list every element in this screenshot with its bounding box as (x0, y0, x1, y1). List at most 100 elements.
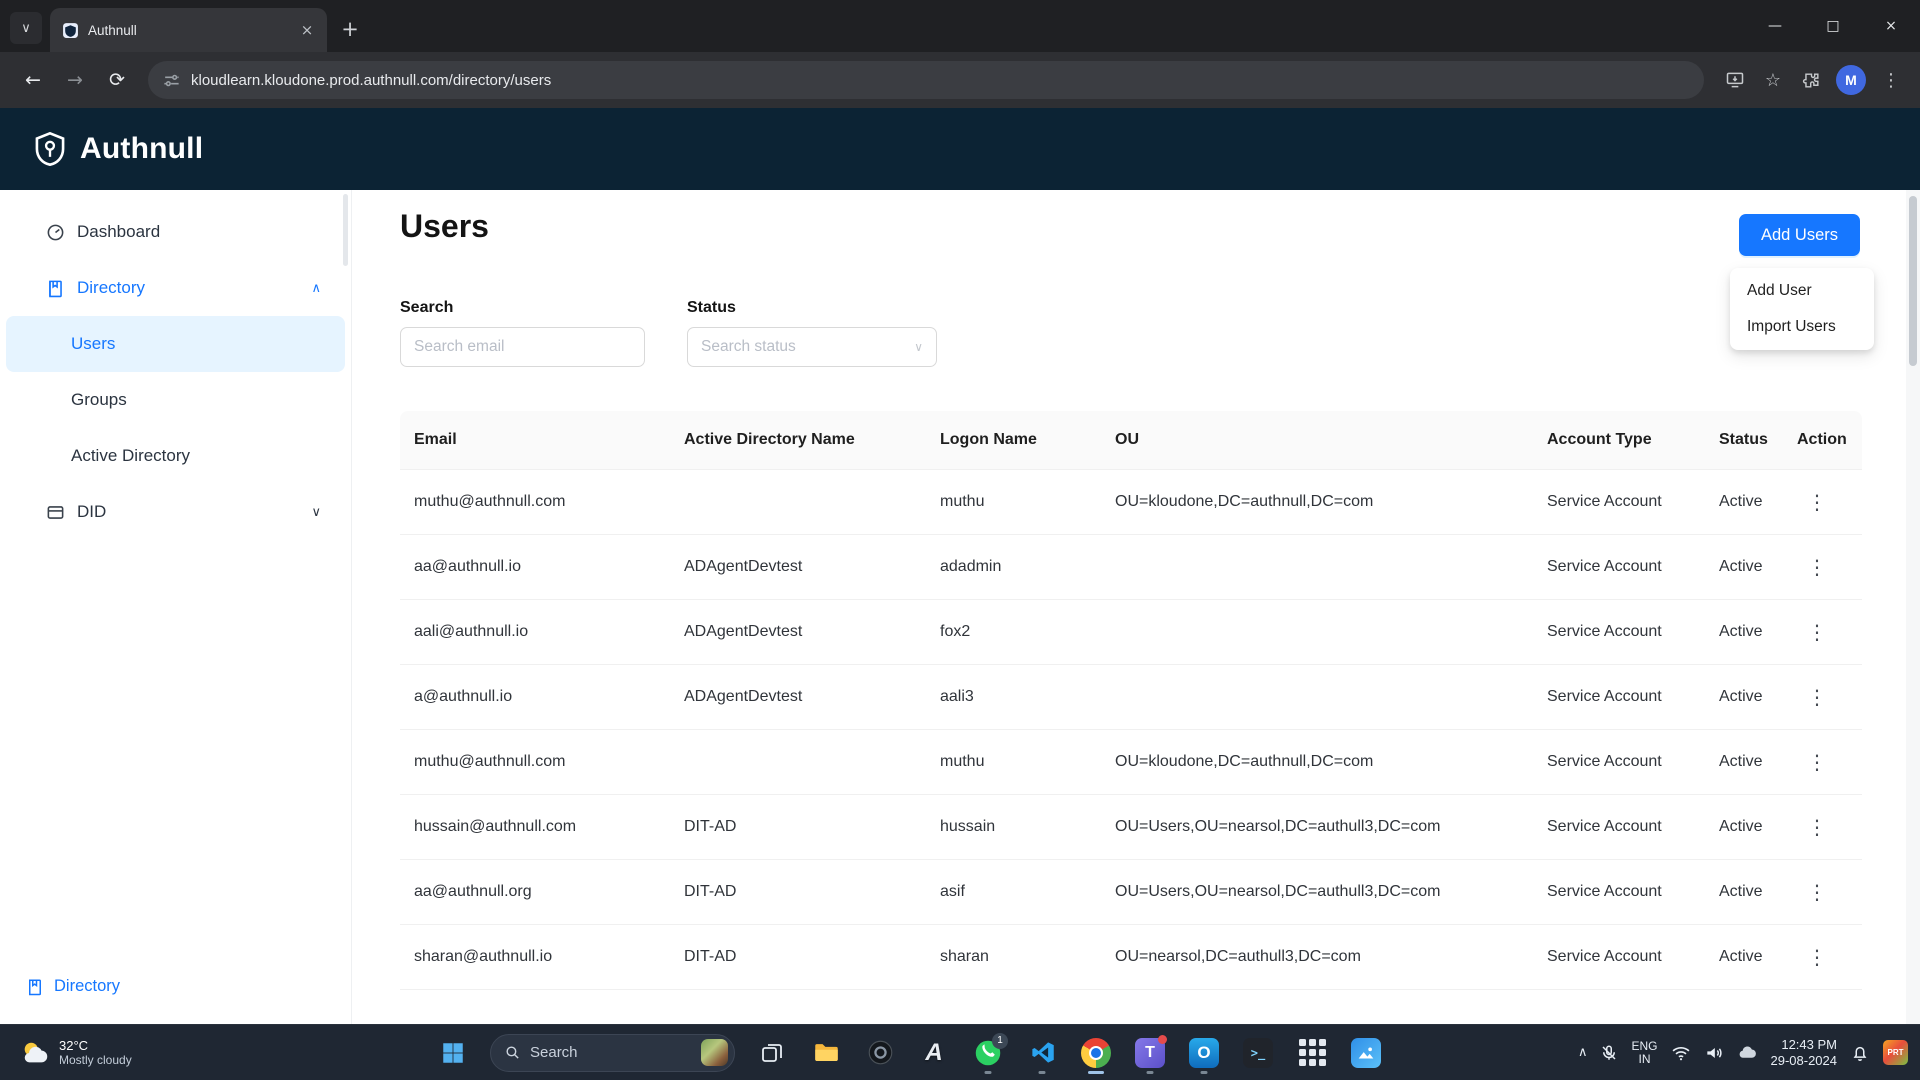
search-input[interactable] (400, 327, 645, 367)
taskbar-clock[interactable]: 12:43 PM 29-08-2024 (1771, 1037, 1838, 1069)
photos-button[interactable] (1343, 1030, 1389, 1076)
cell-ou: OU=Users,OU=nearsol,DC=authull3,DC=com (1101, 794, 1533, 860)
status-label: Status (687, 299, 736, 316)
cell-logon_name: sharan (926, 924, 1101, 990)
table-header-row: Email Active Directory Name Logon Name O… (400, 411, 1862, 470)
search-highlight-image[interactable] (701, 1039, 728, 1066)
cell-action: ⋮ (1783, 924, 1862, 990)
page-scrollbar[interactable] (1906, 190, 1920, 1024)
sidebar-item-dashboard[interactable]: Dashboard (6, 204, 345, 260)
cell-email: muthu@authnull.com (400, 729, 670, 795)
row-actions-kebab-icon[interactable]: ⋮ (1797, 681, 1837, 713)
bookmark-star-icon[interactable]: ☆ (1756, 63, 1790, 97)
row-actions-kebab-icon[interactable]: ⋮ (1797, 876, 1837, 908)
browser-profile-avatar[interactable]: M (1836, 65, 1866, 95)
screenshot-tool-icon[interactable]: PRT (1883, 1040, 1908, 1065)
cell-status: Active (1705, 859, 1783, 925)
camera-app-button[interactable] (857, 1030, 903, 1076)
cell-ou (1101, 534, 1533, 600)
cell-ou: OU=kloudone,DC=authnull,DC=com (1101, 729, 1533, 795)
sidebar-item-active-directory[interactable]: Active Directory (6, 428, 345, 484)
vscode-button[interactable] (1019, 1030, 1065, 1076)
minimize-button[interactable]: — (1746, 0, 1804, 52)
sidebar-item-did[interactable]: DID ∨ (6, 484, 345, 540)
back-button[interactable]: ← (14, 61, 52, 99)
directory-icon (49, 280, 62, 297)
volume-icon[interactable] (1704, 1043, 1724, 1063)
cell-action: ⋮ (1783, 859, 1862, 925)
chrome-active-indicator (1088, 1070, 1104, 1074)
outlook-button[interactable]: O (1181, 1030, 1227, 1076)
notifications-bell-icon[interactable] (1850, 1043, 1870, 1063)
sidebar-item-groups[interactable]: Groups (6, 372, 345, 428)
sidebar-item-label: Users (71, 334, 116, 353)
extensions-icon[interactable] (1794, 63, 1828, 97)
row-actions-kebab-icon[interactable]: ⋮ (1797, 616, 1837, 648)
sidebar-item-directory[interactable]: Directory ∧ (6, 260, 345, 316)
cell-logon_name: aali3 (926, 664, 1101, 730)
cell-ad_name (670, 469, 926, 535)
task-view-button[interactable] (749, 1030, 795, 1076)
close-button[interactable]: × (1862, 0, 1920, 52)
cell-ad_name: ADAgentDevtest (670, 664, 926, 730)
col-status: Status (1705, 411, 1783, 470)
whatsapp-running-indicator (984, 1070, 992, 1074)
window-controls: — □ × (1746, 0, 1920, 52)
cell-email: a@authnull.io (400, 664, 670, 730)
table-row: aa@authnull.io ADAgentDevtest adadmin Servi… (400, 534, 1862, 600)
sidebar-footer-directory[interactable]: Directory (26, 977, 120, 996)
scrollbar-thumb[interactable] (1909, 196, 1917, 366)
taskbar-weather-widget[interactable]: 32°C Mostly cloudy (12, 1025, 140, 1080)
add-users-dropdown: Add User Import Users (1730, 268, 1874, 350)
new-tab-button[interactable]: + (333, 12, 367, 46)
install-app-icon[interactable] (1718, 63, 1752, 97)
row-actions-kebab-icon[interactable]: ⋮ (1797, 941, 1837, 973)
browser-tab[interactable]: Authnull × (50, 8, 327, 52)
terminal-button[interactable]: >_ (1235, 1030, 1281, 1076)
start-button[interactable] (430, 1030, 476, 1076)
sidebar-item-label: DID (77, 502, 107, 521)
wifi-icon[interactable] (1671, 1043, 1691, 1063)
dashboard-icon (47, 224, 64, 240)
cell-account_type: Service Account (1533, 794, 1705, 860)
chrome-button[interactable] (1073, 1030, 1119, 1076)
teams-button[interactable]: T (1127, 1030, 1173, 1076)
cell-logon_name: asif (926, 859, 1101, 925)
tab-close-icon[interactable]: × (297, 20, 317, 40)
maximize-button[interactable]: □ (1804, 0, 1862, 52)
site-settings-icon[interactable] (162, 71, 181, 90)
onedrive-cloud-icon[interactable] (1737, 1042, 1758, 1063)
col-active-directory-name: Active Directory Name (670, 411, 926, 470)
menu-item-add-user[interactable]: Add User (1735, 273, 1869, 309)
cell-logon_name: muthu (926, 469, 1101, 535)
mic-muted-icon[interactable] (1600, 1044, 1618, 1062)
taskbar-search-box[interactable]: Search (490, 1033, 735, 1072)
cell-email: aa@authnull.org (400, 859, 670, 925)
row-actions-kebab-icon[interactable]: ⋮ (1797, 746, 1837, 778)
cell-ou: OU=Users,OU=nearsol,DC=authull3,DC=com (1101, 859, 1533, 925)
tab-search-button[interactable]: ∨ (10, 12, 42, 44)
row-actions-kebab-icon[interactable]: ⋮ (1797, 551, 1837, 583)
cell-action: ⋮ (1783, 599, 1862, 665)
language-indicator[interactable]: ENG IN (1631, 1039, 1657, 1066)
menu-item-import-users[interactable]: Import Users (1735, 309, 1869, 345)
add-users-button[interactable]: Add Users (1738, 214, 1860, 256)
whatsapp-button[interactable]: 1 (965, 1030, 1011, 1076)
a-app-button[interactable]: A (911, 1030, 957, 1076)
cell-logon_name: muthu (926, 729, 1101, 795)
hidden-icons-chevron[interactable]: ∧ (1578, 1045, 1588, 1060)
vscode-icon (1031, 1042, 1054, 1063)
reload-button[interactable]: ⟳ (98, 61, 136, 99)
teams-notification-badge (1158, 1034, 1167, 1044)
table-row: hussain@authnull.com DIT-AD hussain OU=User… (400, 794, 1862, 860)
row-actions-kebab-icon[interactable]: ⋮ (1797, 811, 1837, 843)
forward-button[interactable]: → (56, 61, 94, 99)
row-actions-kebab-icon[interactable]: ⋮ (1797, 486, 1837, 518)
status-select[interactable]: Search status ∨ (687, 327, 937, 367)
sidebar-item-users[interactable]: Users (6, 316, 345, 372)
cell-email: aa@authnull.io (400, 534, 670, 600)
address-bar[interactable]: kloudlearn.kloudone.prod.authnull.com/di… (148, 61, 1704, 99)
browser-menu-icon[interactable]: ⋮ (1874, 63, 1908, 97)
apps-grid-button[interactable] (1289, 1030, 1335, 1076)
file-explorer-button[interactable] (803, 1030, 849, 1076)
